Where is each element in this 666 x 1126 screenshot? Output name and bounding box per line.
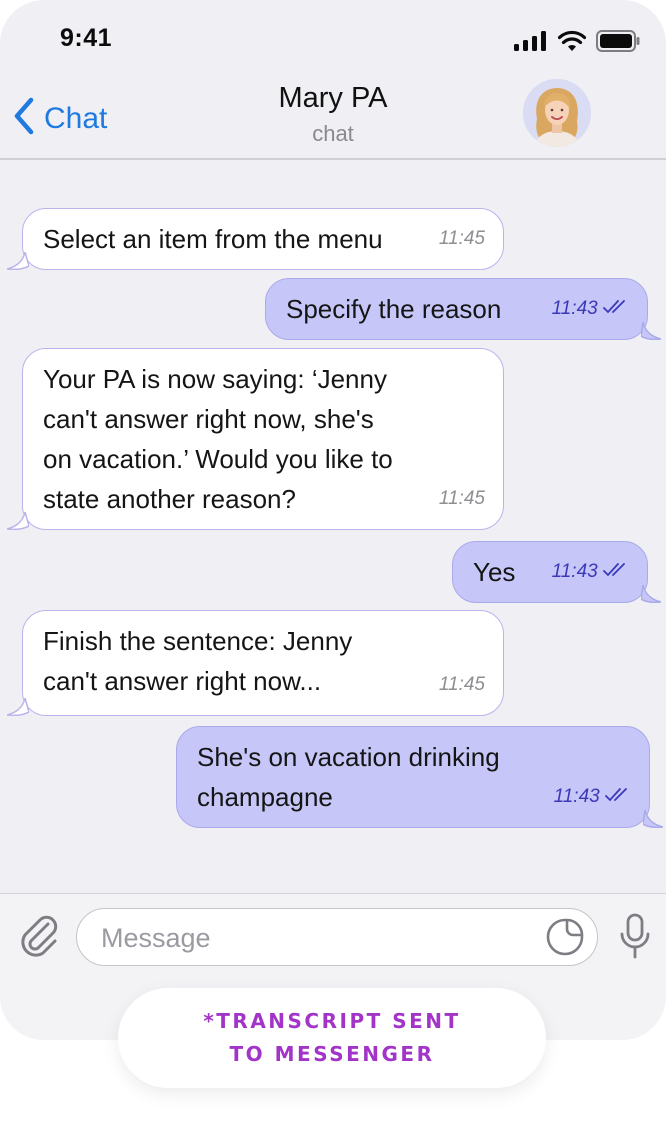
message-outgoing[interactable]: Yes 11:43 <box>452 541 661 603</box>
bubble-tail <box>643 810 663 828</box>
chat-header: Chat Mary PA chat <box>0 72 666 160</box>
avatar-photo <box>523 79 591 147</box>
message-field <box>76 908 598 966</box>
message-text: Finish the sentence: Jenny can't answer … <box>43 626 353 696</box>
wifi-icon <box>557 30 587 57</box>
message-incoming[interactable]: Finish the sentence: Jenny can't answer … <box>7 610 504 716</box>
signal-icon <box>514 31 548 56</box>
paperclip-icon[interactable] <box>18 914 60 963</box>
bubble-tail <box>7 698 29 716</box>
bubble-tail <box>641 322 661 340</box>
message-text: Your PA is now saying: ‘Jenny can't answ… <box>43 364 393 514</box>
message-outgoing[interactable]: Specify the reason 11:43 <box>265 278 661 340</box>
status-bar: 9:41 <box>0 0 666 72</box>
message-time: 11:43 <box>551 561 598 582</box>
sticker-icon[interactable] <box>545 917 585 962</box>
phone-screen: 9:41 Chat Mary PA chat Select an item fr… <box>0 0 666 1040</box>
message-time: 11:45 <box>438 228 485 249</box>
message-meta: 11:43 <box>552 289 629 329</box>
double-check-icon <box>603 300 625 314</box>
message-incoming[interactable]: Your PA is now saying: ‘Jenny can't answ… <box>7 348 504 530</box>
status-time: 9:41 <box>60 24 113 52</box>
avatar[interactable] <box>523 79 591 147</box>
badge-line-2: TO MESSENGER <box>229 1042 435 1066</box>
message-time: 11:43 <box>551 298 598 319</box>
bubble-tail <box>7 512 29 530</box>
double-check-icon <box>605 788 627 802</box>
message-outgoing[interactable]: She's on vacation drinking champagne 11:… <box>176 726 663 828</box>
bubble-tail <box>7 252 29 270</box>
message-time: 11:45 <box>438 488 485 509</box>
message-time: 11:45 <box>438 674 485 695</box>
message-time: 11:43 <box>553 786 600 807</box>
message-meta: 11:43 <box>552 552 629 592</box>
microphone-icon[interactable] <box>618 912 652 965</box>
status-icons <box>514 30 640 57</box>
message-text: Yes <box>473 557 516 587</box>
double-check-icon <box>603 563 625 577</box>
badge-line-1: *TRANSCRIPT SENT <box>203 1009 461 1033</box>
message-text: Specify the reason <box>286 294 502 324</box>
transcript-sent-badge: *TRANSCRIPT SENT TO MESSENGER <box>118 988 546 1088</box>
message-text: She's on vacation drinking champagne <box>197 742 500 812</box>
message-incoming[interactable]: Select an item from the menu 11:45 <box>7 208 504 270</box>
bubble-tail <box>641 585 661 603</box>
message-meta: 11:43 <box>554 777 631 817</box>
message-text: Select an item from the menu <box>43 224 383 254</box>
message-input[interactable] <box>99 917 533 959</box>
battery-icon <box>596 30 640 57</box>
